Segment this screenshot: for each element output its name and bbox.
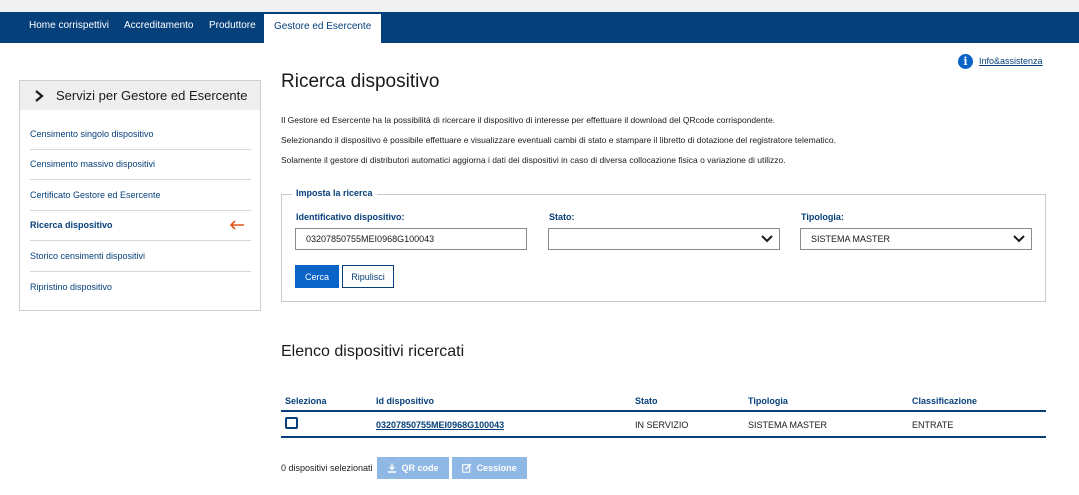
sidebar-menu: Censimento singolo dispositivo Censiment…: [30, 119, 251, 302]
results-title: Elenco dispositivi ricercati: [281, 343, 465, 360]
ripulisci-button[interactable]: Ripulisci: [342, 265, 394, 288]
download-icon: [387, 463, 396, 473]
nav-accreditamento[interactable]: Accreditamento: [124, 12, 193, 43]
description-line-1: Il Gestore ed Esercente ha la possibilit…: [281, 115, 776, 125]
sidebar-item-label: Ricerca dispositivo: [30, 220, 113, 231]
column-header-seleziona: Seleziona: [285, 396, 327, 406]
column-header-id: Id dispositivo: [376, 396, 435, 406]
tipologia-select[interactable]: SISTEMA MASTER: [800, 228, 1032, 250]
description-line-3: Solamente il gestore di distributori aut…: [281, 155, 786, 165]
sidebar-item-label: Censimento singolo dispositivo: [30, 128, 154, 139]
stato-label: Stato:: [549, 212, 575, 222]
sidebar-item-censimento-singolo[interactable]: Censimento singolo dispositivo: [30, 119, 251, 150]
sidebar-item-storico-censimenti[interactable]: Storico censimenti dispositivi: [30, 241, 251, 272]
table-header: Seleziona Id dispositivo Stato Tipologia…: [281, 393, 1046, 412]
top-strip: [0, 0, 1079, 12]
selected-count: 0 dispositivi selezionati: [281, 463, 373, 473]
column-header-tipologia: Tipologia: [748, 396, 788, 406]
id-dispositivo-input[interactable]: 03207850755MEI0968G100043: [295, 228, 527, 250]
table-row: 03207850755MEI0968G100043 IN SERVIZIO SI…: [281, 412, 1046, 438]
sidebar-item-label: Storico censimenti dispositivi: [30, 250, 146, 261]
info-icon: i: [958, 53, 973, 69]
sidebar-title: Servizi per Gestore ed Esercente: [56, 88, 248, 103]
chevron-down-icon: [761, 235, 773, 243]
device-id-link[interactable]: 03207850755MEI0968G100043: [376, 420, 504, 430]
id-dispositivo-label: Identificativo dispositivo:: [296, 212, 405, 222]
page-title: Ricerca dispositivo: [281, 71, 440, 92]
tipologia-label: Tipologia:: [801, 212, 844, 222]
device-stato: IN SERVIZIO: [635, 420, 689, 430]
qr-code-button[interactable]: QR code: [376, 457, 449, 479]
row-select-checkbox[interactable]: [285, 417, 298, 429]
sidebar-item-label: Censimento massivo dispositivi: [30, 159, 156, 170]
main-navbar: Home corrispettivi Accreditamento Produt…: [0, 12, 1079, 43]
chevron-right-icon: [35, 89, 44, 102]
device-classificazione: ENTRATE: [912, 420, 954, 430]
selection-toolbar: 0 dispositivi selezionati QR code Cessio…: [281, 457, 530, 479]
description-line-2: Selezionando il dispositivo è possibile …: [281, 135, 837, 145]
results-table: Seleziona Id dispositivo Stato Tipologia…: [281, 393, 1046, 438]
sidebar-item-certificato[interactable]: Certificato Gestore ed Esercente: [30, 180, 251, 211]
qr-code-label: QR code: [401, 463, 439, 473]
sidebar: Servizi per Gestore ed Esercente Censime…: [19, 80, 261, 311]
cessione-button[interactable]: Cessione: [451, 457, 527, 479]
tipologia-value: SISTEMA MASTER: [811, 234, 891, 244]
arrow-left-icon: [229, 220, 244, 230]
column-header-stato: Stato: [635, 396, 658, 406]
device-tipologia: SISTEMA MASTER: [748, 420, 828, 430]
sidebar-item-ripristino[interactable]: Ripristino dispositivo: [30, 272, 251, 303]
cerca-button[interactable]: Cerca: [295, 265, 339, 288]
stato-select[interactable]: [548, 228, 780, 250]
cessione-label: Cessione: [476, 463, 517, 473]
info-assistenza-link[interactable]: i Info&assistenza: [958, 53, 1043, 69]
search-legend: Imposta la ricerca: [292, 188, 377, 198]
edit-icon: [461, 463, 472, 473]
nav-produttore[interactable]: Produttore: [209, 12, 256, 43]
sidebar-item-ricerca-dispositivo[interactable]: Ricerca dispositivo: [30, 211, 251, 241]
search-fieldset: Imposta la ricerca Identificativo dispos…: [281, 188, 1046, 302]
chevron-down-icon: [1013, 235, 1025, 243]
sidebar-header: Servizi per Gestore ed Esercente: [20, 81, 260, 110]
id-dispositivo-value: 03207850755MEI0968G100043: [306, 234, 435, 244]
info-assistenza-label: Info&assistenza: [979, 56, 1043, 66]
nav-gestore-esercente[interactable]: Gestore ed Esercente: [264, 12, 382, 43]
nav-home-corrispettivi[interactable]: Home corrispettivi: [29, 12, 109, 43]
sidebar-item-label: Certificato Gestore ed Esercente: [30, 189, 161, 200]
column-header-classificazione: Classificazione: [912, 396, 978, 406]
sidebar-item-label: Ripristino dispositivo: [30, 281, 113, 292]
sidebar-item-censimento-massivo[interactable]: Censimento massivo dispositivi: [30, 150, 251, 180]
